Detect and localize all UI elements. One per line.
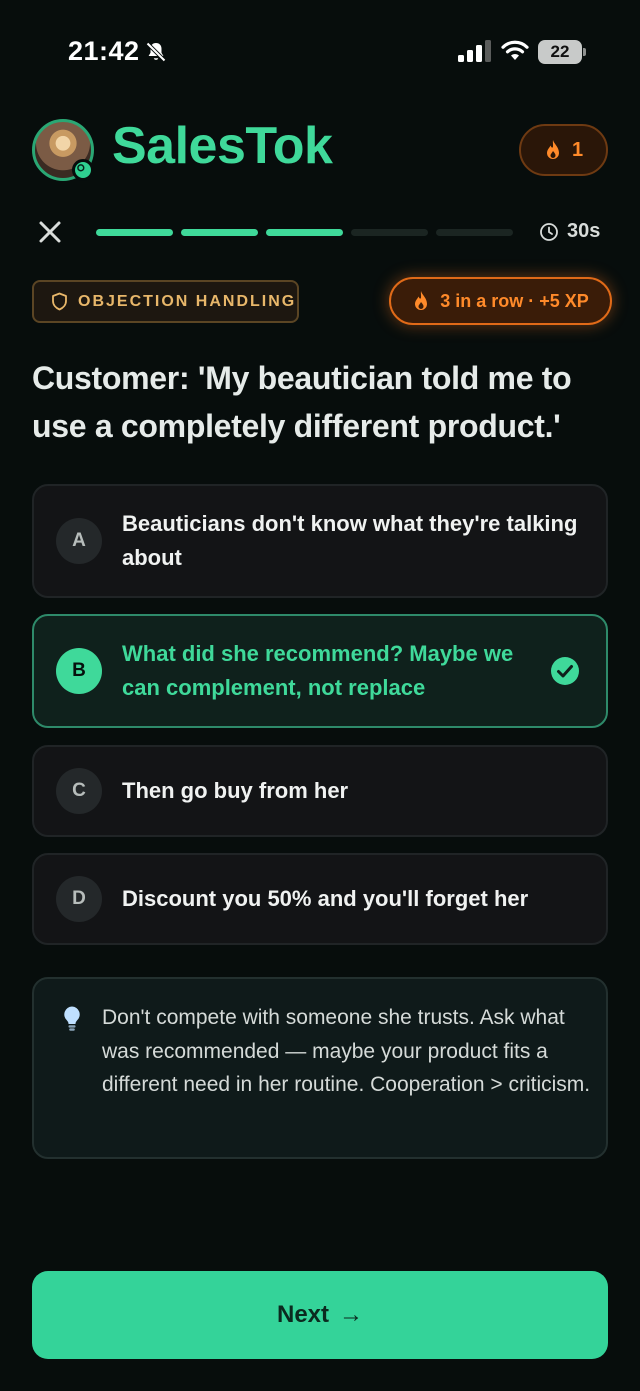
option-text: Then go buy from her — [122, 778, 349, 803]
settings-badge-icon — [72, 159, 94, 181]
progress-segment — [96, 229, 173, 236]
option-b[interactable]: B What did she recommend? Maybe we can c… — [32, 614, 608, 728]
status-bar: 21:42 22 — [0, 0, 640, 100]
progress-segment — [351, 229, 428, 236]
option-d[interactable]: D Discount you 50% and you'll forget her — [32, 853, 608, 945]
flame-icon — [415, 291, 428, 310]
signal-icon — [458, 40, 491, 62]
option-c[interactable]: C Then go buy from her — [32, 745, 608, 837]
lightbulb-icon — [64, 1006, 80, 1031]
category-label: OBJECTION HANDLING — [78, 292, 297, 310]
wifi-icon — [501, 40, 529, 60]
combo-label: 3 in a row · +5 XP — [440, 290, 589, 311]
option-text: Discount you 50% and you'll forget her — [122, 886, 529, 911]
battery-tip — [583, 48, 586, 56]
option-letter: B — [56, 648, 102, 694]
next-label: Next — [276, 1301, 330, 1328]
arrow-right-icon: → — [339, 1301, 364, 1328]
bell-muted-icon — [146, 42, 166, 62]
combo-badge: 3 in a row · +5 XP — [389, 277, 612, 325]
clock-icon — [540, 222, 558, 241]
status-time: 21:42 — [68, 36, 140, 66]
shield-icon — [52, 292, 67, 311]
option-letter: D — [56, 876, 102, 922]
option-letter: A — [56, 518, 102, 564]
battery-icon: 22 — [538, 40, 586, 64]
progress-segment — [266, 229, 343, 236]
check-icon — [551, 657, 579, 685]
streak-badge[interactable]: 1 — [519, 124, 608, 176]
streak-count: 1 — [571, 138, 584, 161]
timer-value: 30s — [567, 220, 601, 242]
option-text: What did she recommend? Maybe we can com… — [122, 641, 514, 700]
option-a[interactable]: A Beauticians don't know what they're ta… — [32, 484, 608, 598]
progress-segment — [181, 229, 258, 236]
app-title: SalesTok — [112, 117, 333, 175]
next-button[interactable]: Next → — [32, 1271, 608, 1359]
explanation-card: Don't compete with someone she trusts. A… — [32, 977, 608, 1159]
timer: 30s — [539, 220, 600, 243]
battery-level: 22 — [538, 40, 582, 64]
close-icon[interactable] — [36, 218, 64, 246]
avatar-button[interactable] — [32, 119, 94, 181]
option-text: Beauticians don't know what they're talk… — [122, 511, 578, 570]
progress-bar — [96, 229, 513, 236]
category-tag: OBJECTION HANDLING — [32, 280, 299, 323]
explanation-text: Don't compete with someone she trusts. A… — [102, 1006, 591, 1096]
question-text: Customer: 'My beautician told me to use … — [32, 360, 572, 444]
flame-icon — [546, 140, 559, 159]
progress-segment — [436, 229, 513, 236]
option-letter: C — [56, 768, 102, 814]
